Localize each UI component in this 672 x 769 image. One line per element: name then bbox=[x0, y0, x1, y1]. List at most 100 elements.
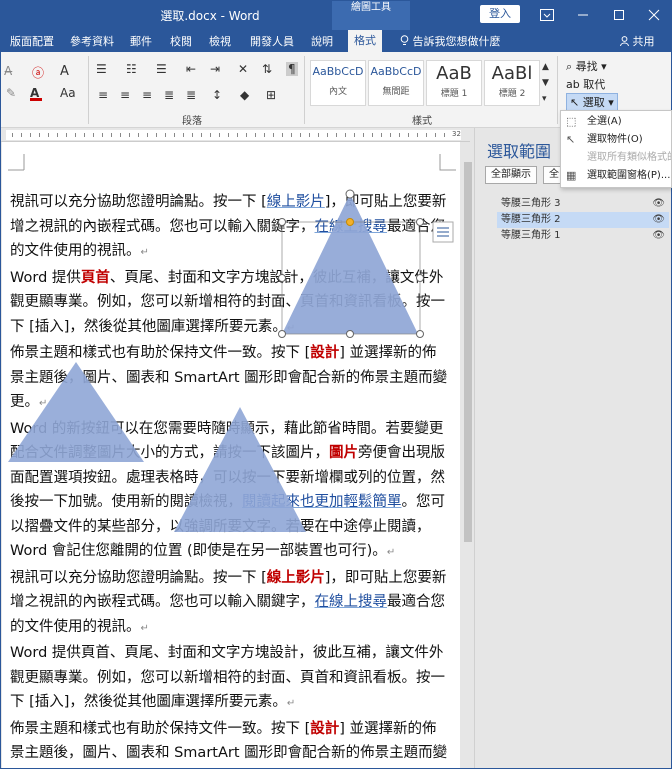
pane-item-label: 等腰三角形 2 bbox=[501, 214, 561, 225]
paragraph[interactable]: 佈景主題和樣式也有助於保持文件一致。按下 [設計] 並選擇新的佈景主題後，圖片、… bbox=[10, 717, 450, 769]
style-heading-1[interactable]: AaB 標題 1 bbox=[426, 60, 482, 106]
document-body[interactable]: 視訊可以充分協助您證明論點。按一下 [線上影片]，即可貼上您要新增之視訊的內嵌程… bbox=[10, 190, 450, 769]
close-icon[interactable] bbox=[638, 0, 670, 30]
paragraph[interactable]: 視訊可以充分協助您證明論點。按一下 [線上影片]，即可貼上您要新增之視訊的內嵌程… bbox=[10, 566, 450, 642]
style-sample: AaBl bbox=[491, 63, 533, 84]
multilevel-list-icon[interactable]: ☰ bbox=[156, 62, 167, 76]
search-icon: ⌕ bbox=[566, 60, 573, 73]
ruler-tick bbox=[372, 133, 373, 137]
ruler-tick bbox=[57, 133, 58, 137]
style-normal[interactable]: AaBbCcD 內文 bbox=[310, 60, 366, 106]
paragraph[interactable]: Word 的新按鈕可以在您需要時隨時顯示，藉此節省時間。若要變更配合文件調整圖片… bbox=[10, 417, 450, 566]
tab-format[interactable]: 格式 bbox=[348, 30, 382, 52]
distributed-icon[interactable]: ≣ bbox=[186, 88, 196, 102]
borders-icon[interactable]: ⊞ bbox=[266, 88, 276, 102]
ruler-tick bbox=[219, 133, 220, 137]
align-right-icon[interactable]: ≡ bbox=[142, 88, 152, 102]
styles-more-icon[interactable]: ▾ bbox=[542, 94, 547, 104]
replace-button[interactable]: ab 取代 bbox=[566, 76, 605, 92]
eye-icon[interactable]: 👁 bbox=[652, 196, 665, 212]
scrollbar-thumb[interactable] bbox=[464, 162, 472, 542]
replace-icon: ab bbox=[566, 78, 580, 91]
text-effects-icon[interactable]: ⓐ bbox=[32, 64, 44, 81]
paragraph[interactable]: Word 提供頁首、頁尾、封面和文字方塊設計，彼此互補，讓文件外觀更顯專業。例如… bbox=[10, 266, 450, 342]
document-page[interactable]: 視訊可以充分協助您證明論點。按一下 [線上影片]，即可貼上您要新增之視訊的內嵌程… bbox=[2, 142, 460, 769]
menu-select-objects[interactable]: ↖ 選取物件(O) bbox=[561, 131, 671, 149]
ruler-tick bbox=[75, 133, 76, 137]
eye-icon[interactable]: 👁 bbox=[652, 228, 665, 244]
vertical-scrollbar[interactable] bbox=[462, 142, 474, 769]
eye-icon[interactable]: 👁 bbox=[652, 212, 665, 228]
highlight-color-icon[interactable]: ✎ bbox=[6, 86, 16, 100]
sort-icon[interactable]: ⇅ bbox=[262, 62, 272, 76]
pane-item-triangle-1[interactable]: 等腰三角形 1 👁 bbox=[497, 228, 669, 244]
clear-format-icon[interactable]: A̶ bbox=[4, 64, 12, 78]
drawing-tools-context-label: 繪圖工具 bbox=[332, 0, 410, 30]
tab-view[interactable]: 檢視 bbox=[209, 33, 231, 49]
justify-icon[interactable]: ≣ bbox=[164, 88, 174, 102]
tab-developer[interactable]: 開發人員 bbox=[250, 33, 294, 49]
ruler-tick bbox=[300, 133, 301, 137]
paragraph[interactable]: Word 提供頁首、頁尾、封面和文字方塊設計，彼此互補，讓文件外觀更顯專業。例如… bbox=[10, 641, 450, 717]
tab-references[interactable]: 參考資料 bbox=[70, 33, 114, 49]
ribbon-separator bbox=[557, 56, 558, 124]
pane-item-triangle-2[interactable]: 等腰三角形 2 👁 bbox=[497, 212, 669, 228]
lightbulb-icon bbox=[400, 35, 409, 45]
paragraph[interactable]: 視訊可以充分協助您證明論點。按一下 [線上影片]，即可貼上您要新增之視訊的內嵌程… bbox=[10, 190, 450, 266]
show-all-button[interactable]: 全部顯示 bbox=[485, 166, 537, 184]
show-marks-icon[interactable]: ¶ bbox=[286, 62, 298, 76]
tell-me-search[interactable]: 告訴我您想做什麼 bbox=[400, 33, 501, 49]
login-button[interactable]: 登入 bbox=[480, 5, 520, 23]
paragraph[interactable]: 佈景主題和樣式也有助於保持文件一致。按下 [設計] 並選擇新的佈景主題後，圖片、… bbox=[10, 341, 450, 417]
ruler-tick bbox=[354, 133, 355, 137]
numbering-icon[interactable]: ☷ bbox=[126, 62, 137, 76]
style-heading-2[interactable]: AaBl 標題 2 bbox=[484, 60, 540, 106]
ruler-tick bbox=[174, 133, 175, 137]
menu-select-all[interactable]: ⬚ 全選(A) bbox=[561, 113, 671, 131]
ruler-number: 32 bbox=[452, 130, 461, 138]
cursor-icon: ↖ bbox=[570, 96, 580, 109]
chinese-layout-icon[interactable]: ✕ bbox=[238, 62, 248, 76]
minimize-icon[interactable] bbox=[567, 0, 599, 30]
horizontal-ruler[interactable]: 32 bbox=[0, 128, 470, 142]
tab-layout[interactable]: 版面配置 bbox=[10, 33, 54, 49]
maximize-icon[interactable] bbox=[603, 0, 635, 30]
menu-selection-pane[interactable]: ▦ 選取範圍窗格(P)... bbox=[561, 167, 671, 185]
ribbon-display-options-icon[interactable] bbox=[531, 0, 563, 30]
ruler-tick bbox=[282, 133, 283, 137]
ruler-tick bbox=[255, 133, 256, 137]
menu-select-similar[interactable]: 選取所有類似格式的文字 bbox=[561, 149, 671, 167]
ruler-tick bbox=[165, 133, 166, 137]
enclose-char-icon[interactable]: Aa bbox=[60, 86, 76, 100]
style-name: 無間距 bbox=[382, 87, 410, 97]
document-area[interactable]: 視訊可以充分協助您證明論點。按一下 [線上影片]，即可貼上您要新增之視訊的內嵌程… bbox=[0, 142, 462, 769]
increase-indent-icon[interactable]: ⇥ bbox=[210, 62, 220, 76]
share-button[interactable]: 共用 bbox=[620, 33, 655, 49]
align-left-icon[interactable]: ≡ bbox=[98, 88, 108, 102]
selection-pane: 選取範圍 全部顯示 全 等腰三角形 3 👁 等腰三角形 2 👁 等腰三角形 1 … bbox=[474, 128, 672, 769]
tab-mailings[interactable]: 郵件 bbox=[130, 33, 152, 49]
tab-review[interactable]: 校閱 bbox=[170, 33, 192, 49]
tab-help[interactable]: 說明 bbox=[311, 33, 333, 49]
find-button[interactable]: ⌕ 尋找 ▾ bbox=[566, 58, 607, 74]
font-color-icon[interactable]: A bbox=[30, 86, 42, 101]
selection-pane-list: 等腰三角形 3 👁 等腰三角形 2 👁 等腰三角形 1 👁 bbox=[497, 196, 669, 244]
bullets-icon[interactable]: ☰ bbox=[96, 62, 107, 76]
ruler-tick bbox=[264, 133, 265, 137]
paragraph-mark-icon: ↵ bbox=[386, 547, 396, 558]
styles-scroll-up-icon[interactable]: ▲ bbox=[542, 62, 549, 72]
pane-item-triangle-3[interactable]: 等腰三角形 3 👁 bbox=[497, 196, 669, 212]
ruler-tick bbox=[84, 133, 85, 137]
line-spacing-icon[interactable]: ↕ bbox=[212, 88, 222, 102]
styles-scroll-down-icon[interactable]: ▼ bbox=[542, 78, 549, 88]
ruler-tick bbox=[66, 133, 67, 137]
align-center-icon[interactable]: ≡ bbox=[120, 88, 130, 102]
ruler-tick bbox=[228, 133, 229, 137]
style-sample: AaBbCcD bbox=[312, 65, 364, 78]
select-button[interactable]: ↖ 選取 ▾ bbox=[566, 93, 618, 111]
char-shading-icon[interactable]: A bbox=[60, 64, 69, 79]
decrease-indent-icon[interactable]: ⇤ bbox=[186, 62, 196, 76]
text-run: Word 提供頁首、頁尾、封面和文字方塊設計，彼此互補，讓文件外觀更顯專業。例如… bbox=[10, 645, 445, 710]
shading-icon[interactable]: ◆ bbox=[240, 88, 249, 102]
style-no-spacing[interactable]: AaBbCcD 無間距 bbox=[368, 60, 424, 106]
